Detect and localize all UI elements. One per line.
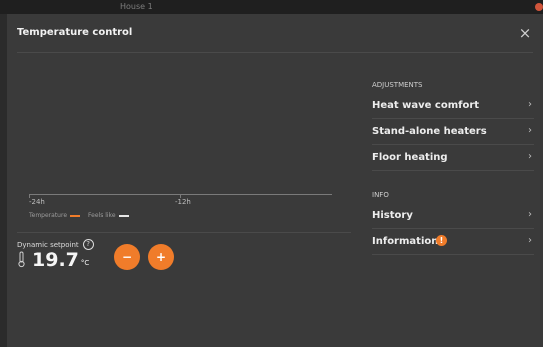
chevron-right-icon: › — [528, 209, 532, 220]
chart-tick-label: -12h — [175, 198, 191, 206]
legend-swatch — [118, 214, 129, 217]
menu-item-label: Stand-alone heaters — [372, 126, 487, 137]
legend-item-feels-like: Feels like — [88, 212, 129, 219]
setpoint-value-row: 19.7 °C — [17, 250, 89, 270]
minus-icon: − — [121, 250, 133, 264]
setpoint-label: Dynamic setpoint — [17, 240, 79, 249]
chevron-right-icon: › — [528, 99, 532, 110]
modal-title: Temperature control — [17, 27, 133, 38]
help-icon[interactable]: ? — [82, 239, 94, 250]
chart-legend: Temperature Feels like — [29, 212, 129, 219]
decrease-setpoint-button[interactable]: − — [114, 244, 140, 270]
header-divider — [17, 52, 533, 53]
menu-item-label: Heat wave comfort — [372, 100, 480, 111]
menu-item-information[interactable]: Information ! › — [372, 230, 534, 255]
plus-icon: + — [155, 250, 167, 264]
background-app-bar: House 1 — [0, 0, 543, 14]
background-tab-title: House 1 — [120, 2, 153, 11]
modal-header: Temperature control × — [7, 14, 543, 52]
menu-item-stand-alone-heaters[interactable]: Stand-alone heaters › — [372, 120, 534, 145]
setpoint-divider — [17, 232, 351, 233]
menu-item-history[interactable]: History › — [372, 204, 534, 229]
close-icon[interactable]: × — [515, 23, 535, 43]
adjustments-header: ADJUSTMENTS — [372, 81, 423, 89]
legend-item-temperature: Temperature — [29, 212, 81, 219]
menu-item-label: History — [372, 210, 413, 221]
chart-tick-label: -24h — [29, 198, 45, 206]
notification-dot — [535, 3, 543, 11]
thermometer-icon — [18, 251, 25, 268]
chevron-right-icon: › — [528, 151, 532, 162]
menu-item-floor-heating[interactable]: Floor heating › — [372, 146, 534, 171]
chevron-right-icon: › — [528, 125, 532, 136]
chevron-right-icon: › — [528, 235, 532, 246]
alert-badge-icon: ! — [436, 235, 447, 246]
legend-label: Feels like — [88, 212, 116, 219]
setpoint-value: 19.7 — [32, 249, 79, 271]
menu-item-label: Floor heating — [372, 152, 448, 163]
info-header: INFO — [372, 191, 389, 199]
increase-setpoint-button[interactable]: + — [148, 244, 174, 270]
menu-item-heat-wave-comfort[interactable]: Heat wave comfort › — [372, 94, 534, 119]
legend-label: Temperature — [29, 212, 68, 219]
legend-swatch — [70, 214, 81, 217]
setpoint-unit: °C — [80, 259, 90, 267]
temperature-control-modal: Temperature control × -24h -12h Temperat… — [7, 14, 543, 347]
menu-item-label: Information — [372, 236, 439, 247]
